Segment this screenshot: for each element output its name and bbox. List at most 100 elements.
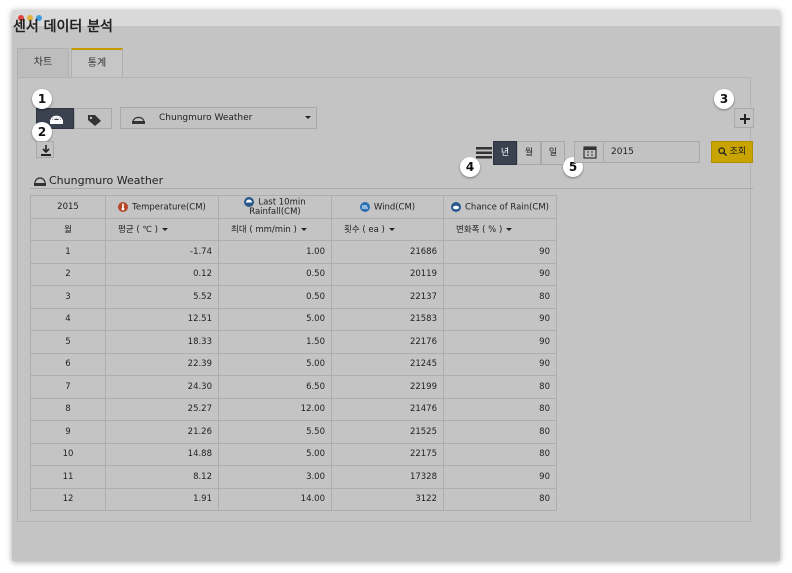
table-row: 8 25.27 12.00 21476 80 [30, 397, 557, 421]
table-cell: 6.50 [218, 375, 332, 399]
chevron-down-icon [506, 228, 513, 232]
table-cell: 80 [443, 285, 557, 309]
add-button[interactable] [734, 108, 754, 128]
column-header-label: Last 10min Rainfall(CM) [249, 197, 306, 217]
table-cell: 90 [443, 262, 557, 286]
table-cell: 14.00 [218, 487, 332, 511]
table-subheader-row: 월 평균 ( ℃ ) 최대 ( mm/min ) 횟수 ( ea ) 변화폭 ( % ) [30, 217, 557, 241]
tag-icon [88, 115, 101, 126]
table-row: 1 -1.74 1.00 21686 90 [30, 240, 557, 264]
column-header-cell: Last 10min Rainfall(CM) [218, 195, 332, 219]
table-cell: 80 [443, 442, 557, 466]
search-icon [718, 147, 727, 156]
aggregate-dropdown-label: 변화폭 ( % ) [456, 225, 503, 236]
table-row: 11 8.12 3.00 17328 90 [30, 465, 557, 489]
table-cell: 2 [30, 262, 106, 286]
download-button[interactable] [36, 141, 54, 158]
table-row: 6 22.39 5.00 21245 90 [30, 352, 557, 376]
tab-statistics[interactable]: 통계 [71, 48, 123, 78]
table-cell: 22137 [331, 285, 444, 309]
table-cell: 90 [443, 352, 557, 376]
callout-badge-4: 4 [460, 157, 480, 177]
table-cell: 1.00 [218, 240, 332, 264]
table-cell: 6 [30, 352, 106, 376]
calendar-icon [583, 146, 597, 159]
table-cell: 21525 [331, 420, 444, 444]
aggregate-dropdown[interactable]: 변화폭 ( % ) [443, 217, 557, 241]
table-row: 5 18.33 1.50 22176 90 [30, 330, 557, 354]
table-cell: 80 [443, 397, 557, 421]
aggregate-dropdown-label: 평균 ( ℃ ) [118, 225, 158, 236]
table-row: 3 5.52 0.50 22137 80 [30, 285, 557, 309]
column-header-cell: Chance of Rain(CM) [443, 195, 557, 219]
column-header-cell: Wind(CM) [331, 195, 444, 219]
table-cell: 8 [30, 397, 106, 421]
table-cell: 1 [30, 240, 106, 264]
query-button[interactable]: 조회 [711, 141, 753, 163]
table-header-row: 2015 Temperature(CM) Last 10min Rainfall(C… [30, 195, 557, 219]
table-cell: 21245 [331, 352, 444, 376]
tab-chart-label: 차트 [33, 57, 53, 68]
table-row: 10 14.88 5.00 22175 80 [30, 442, 557, 466]
table-row: 4 12.51 5.00 21583 90 [30, 307, 557, 331]
table-cell: 9 [30, 420, 106, 444]
plus-icon [740, 114, 750, 124]
table-cell: 21583 [331, 307, 444, 331]
table-cell: 5.00 [218, 442, 332, 466]
station-select[interactable]: Chungmuro Weather [120, 107, 317, 129]
period-month-button[interactable]: 월 [517, 141, 541, 165]
column-header-label: Wind(CM) [373, 202, 416, 212]
table-cell: 4 [30, 307, 106, 331]
statistics-table: 2015 Temperature(CM) Last 10min Rainfall(C… [30, 195, 557, 511]
aggregate-dropdown[interactable]: 평균 ( ℃ ) [105, 217, 219, 241]
table-cell: 5.00 [218, 307, 332, 331]
wind-icon [359, 201, 370, 212]
aggregate-dropdown-label: 최대 ( mm/min ) [231, 225, 297, 236]
table-cell: 5.00 [218, 352, 332, 376]
download-icon [41, 145, 51, 156]
column-header-label: Temperature(CM) [132, 202, 206, 212]
table-cell: 0.50 [218, 285, 332, 309]
year-date-value: 2015 [611, 147, 634, 157]
section-title-text: Chungmuro Weather [49, 174, 164, 187]
table-cell: 0.12 [105, 262, 219, 286]
table-row: 2 0.12 0.50 20119 90 [30, 262, 557, 286]
table-cell: 8.12 [105, 465, 219, 489]
query-button-label: 조회 [729, 147, 747, 157]
aggregate-dropdown-label: 횟수 ( ea ) [344, 225, 385, 236]
table-cell: 3 [30, 285, 106, 309]
aggregate-dropdown[interactable]: 최대 ( mm/min ) [218, 217, 332, 241]
table-cell: 11 [30, 465, 106, 489]
table-cell: 24.30 [105, 375, 219, 399]
period-year-button[interactable]: 년 [493, 141, 517, 165]
table-cell: 22.39 [105, 352, 219, 376]
table-cell: 21686 [331, 240, 444, 264]
table-row: 7 24.30 6.50 22199 80 [30, 375, 557, 399]
table-cell: 22176 [331, 330, 444, 354]
table-cell: 0.50 [218, 262, 332, 286]
section-title: Chungmuro Weather [34, 174, 163, 187]
table-cell: 12.51 [105, 307, 219, 331]
table-cell: 5.50 [218, 420, 332, 444]
table-cell: 10 [30, 442, 106, 466]
rain-icon [244, 196, 255, 207]
table-cell: 90 [443, 240, 557, 264]
chevron-down-icon [300, 228, 307, 232]
table-cell: 12 [30, 487, 106, 511]
list-settings-icon[interactable] [476, 145, 492, 159]
table-cell: 90 [443, 330, 557, 354]
section-divider [30, 188, 753, 189]
tag-view-button[interactable] [74, 108, 112, 129]
column-header-cell: Temperature(CM) [105, 195, 219, 219]
sensor-icon [34, 176, 46, 186]
table-cell: 21476 [331, 397, 444, 421]
chevron-down-icon [161, 228, 168, 232]
period-day-button[interactable]: 일 [541, 141, 565, 165]
table-cell: -1.74 [105, 240, 219, 264]
aggregate-dropdown[interactable]: 횟수 ( ea ) [331, 217, 444, 241]
year-date-field[interactable]: 2015 [574, 141, 700, 163]
tab-chart[interactable]: 차트 [17, 48, 69, 78]
month-header-cell: 월 [30, 217, 106, 241]
cloud-icon [451, 201, 461, 212]
table-cell: 5.52 [105, 285, 219, 309]
